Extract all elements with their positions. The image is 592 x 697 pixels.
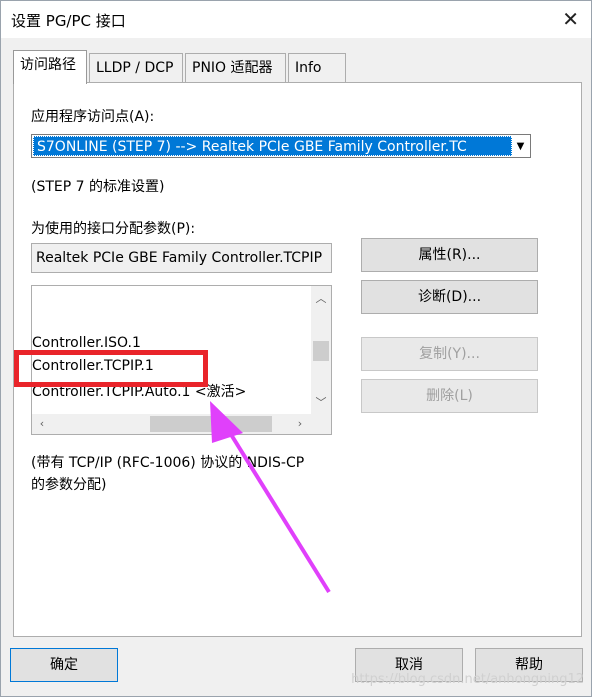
highlight-box — [14, 350, 208, 387]
vertical-scrollbar[interactable]: ︿ ﹀ — [311, 286, 331, 414]
horizontal-scroll-thumb[interactable] — [150, 416, 272, 432]
interface-params-label: 为使用的接口分配参数(P): — [31, 221, 196, 237]
horizontal-scrollbar[interactable]: ‹ › — [32, 414, 331, 434]
tab-info-label: Info — [295, 60, 322, 76]
copy-button[interactable]: 复制(Y)... — [361, 337, 538, 371]
vertical-scroll-thumb[interactable] — [313, 341, 329, 361]
interface-description: (带有 TCP/IP (RFC-1006) 协议的 NDIS-CP 的参数分配) — [31, 455, 305, 493]
diagnostics-button[interactable]: 诊断(D)... — [361, 280, 538, 314]
interface-params-field[interactable]: Realtek PCIe GBE Family Controller.TCPIP — [31, 243, 332, 273]
close-icon[interactable]: ✕ — [562, 7, 579, 31]
delete-button[interactable]: 删除(L) — [361, 379, 538, 413]
title-bar: 设置 PG/PC 接口 ✕ — [0, 0, 592, 38]
chevron-down-icon[interactable]: ﹀ — [311, 394, 331, 410]
tab-access-path-label: 访问路径 — [20, 57, 76, 73]
ok-button[interactable]: 确定 — [10, 648, 118, 682]
chevron-up-icon[interactable]: ︿ — [311, 290, 331, 306]
access-point-dropdown[interactable]: S7ONLINE (STEP 7) --> Realtek PCIe GBE F… — [31, 134, 531, 158]
window-title: 设置 PG/PC 接口 — [11, 12, 126, 30]
list-item[interactable]: Controller.ISO.1 — [32, 335, 141, 351]
chevron-down-icon[interactable]: ▼ — [511, 135, 530, 157]
tab-pnio-adapter-label: PNIO 适配器 — [192, 60, 273, 76]
chevron-left-icon[interactable]: ‹ — [32, 417, 52, 430]
tab-pnio-adapter[interactable]: PNIO 适配器 — [185, 53, 286, 83]
tab-lldp-dcp-label: LLDP / DCP — [96, 60, 174, 76]
tab-info[interactable]: Info — [288, 53, 346, 83]
access-point-selected-value: S7ONLINE (STEP 7) --> Realtek PCIe GBE F… — [33, 136, 512, 156]
access-point-note: (STEP 7 的标准设置) — [31, 179, 165, 195]
tab-lldp-dcp[interactable]: LLDP / DCP — [89, 53, 183, 83]
chevron-right-icon[interactable]: › — [290, 417, 310, 430]
watermark: https://blog.csdn.net/anhongning12 — [351, 672, 584, 687]
access-point-label: 应用程序访问点(A): — [31, 109, 155, 125]
properties-button[interactable]: 属性(R)... — [361, 238, 538, 272]
tab-access-path[interactable]: 访问路径 — [13, 50, 87, 84]
